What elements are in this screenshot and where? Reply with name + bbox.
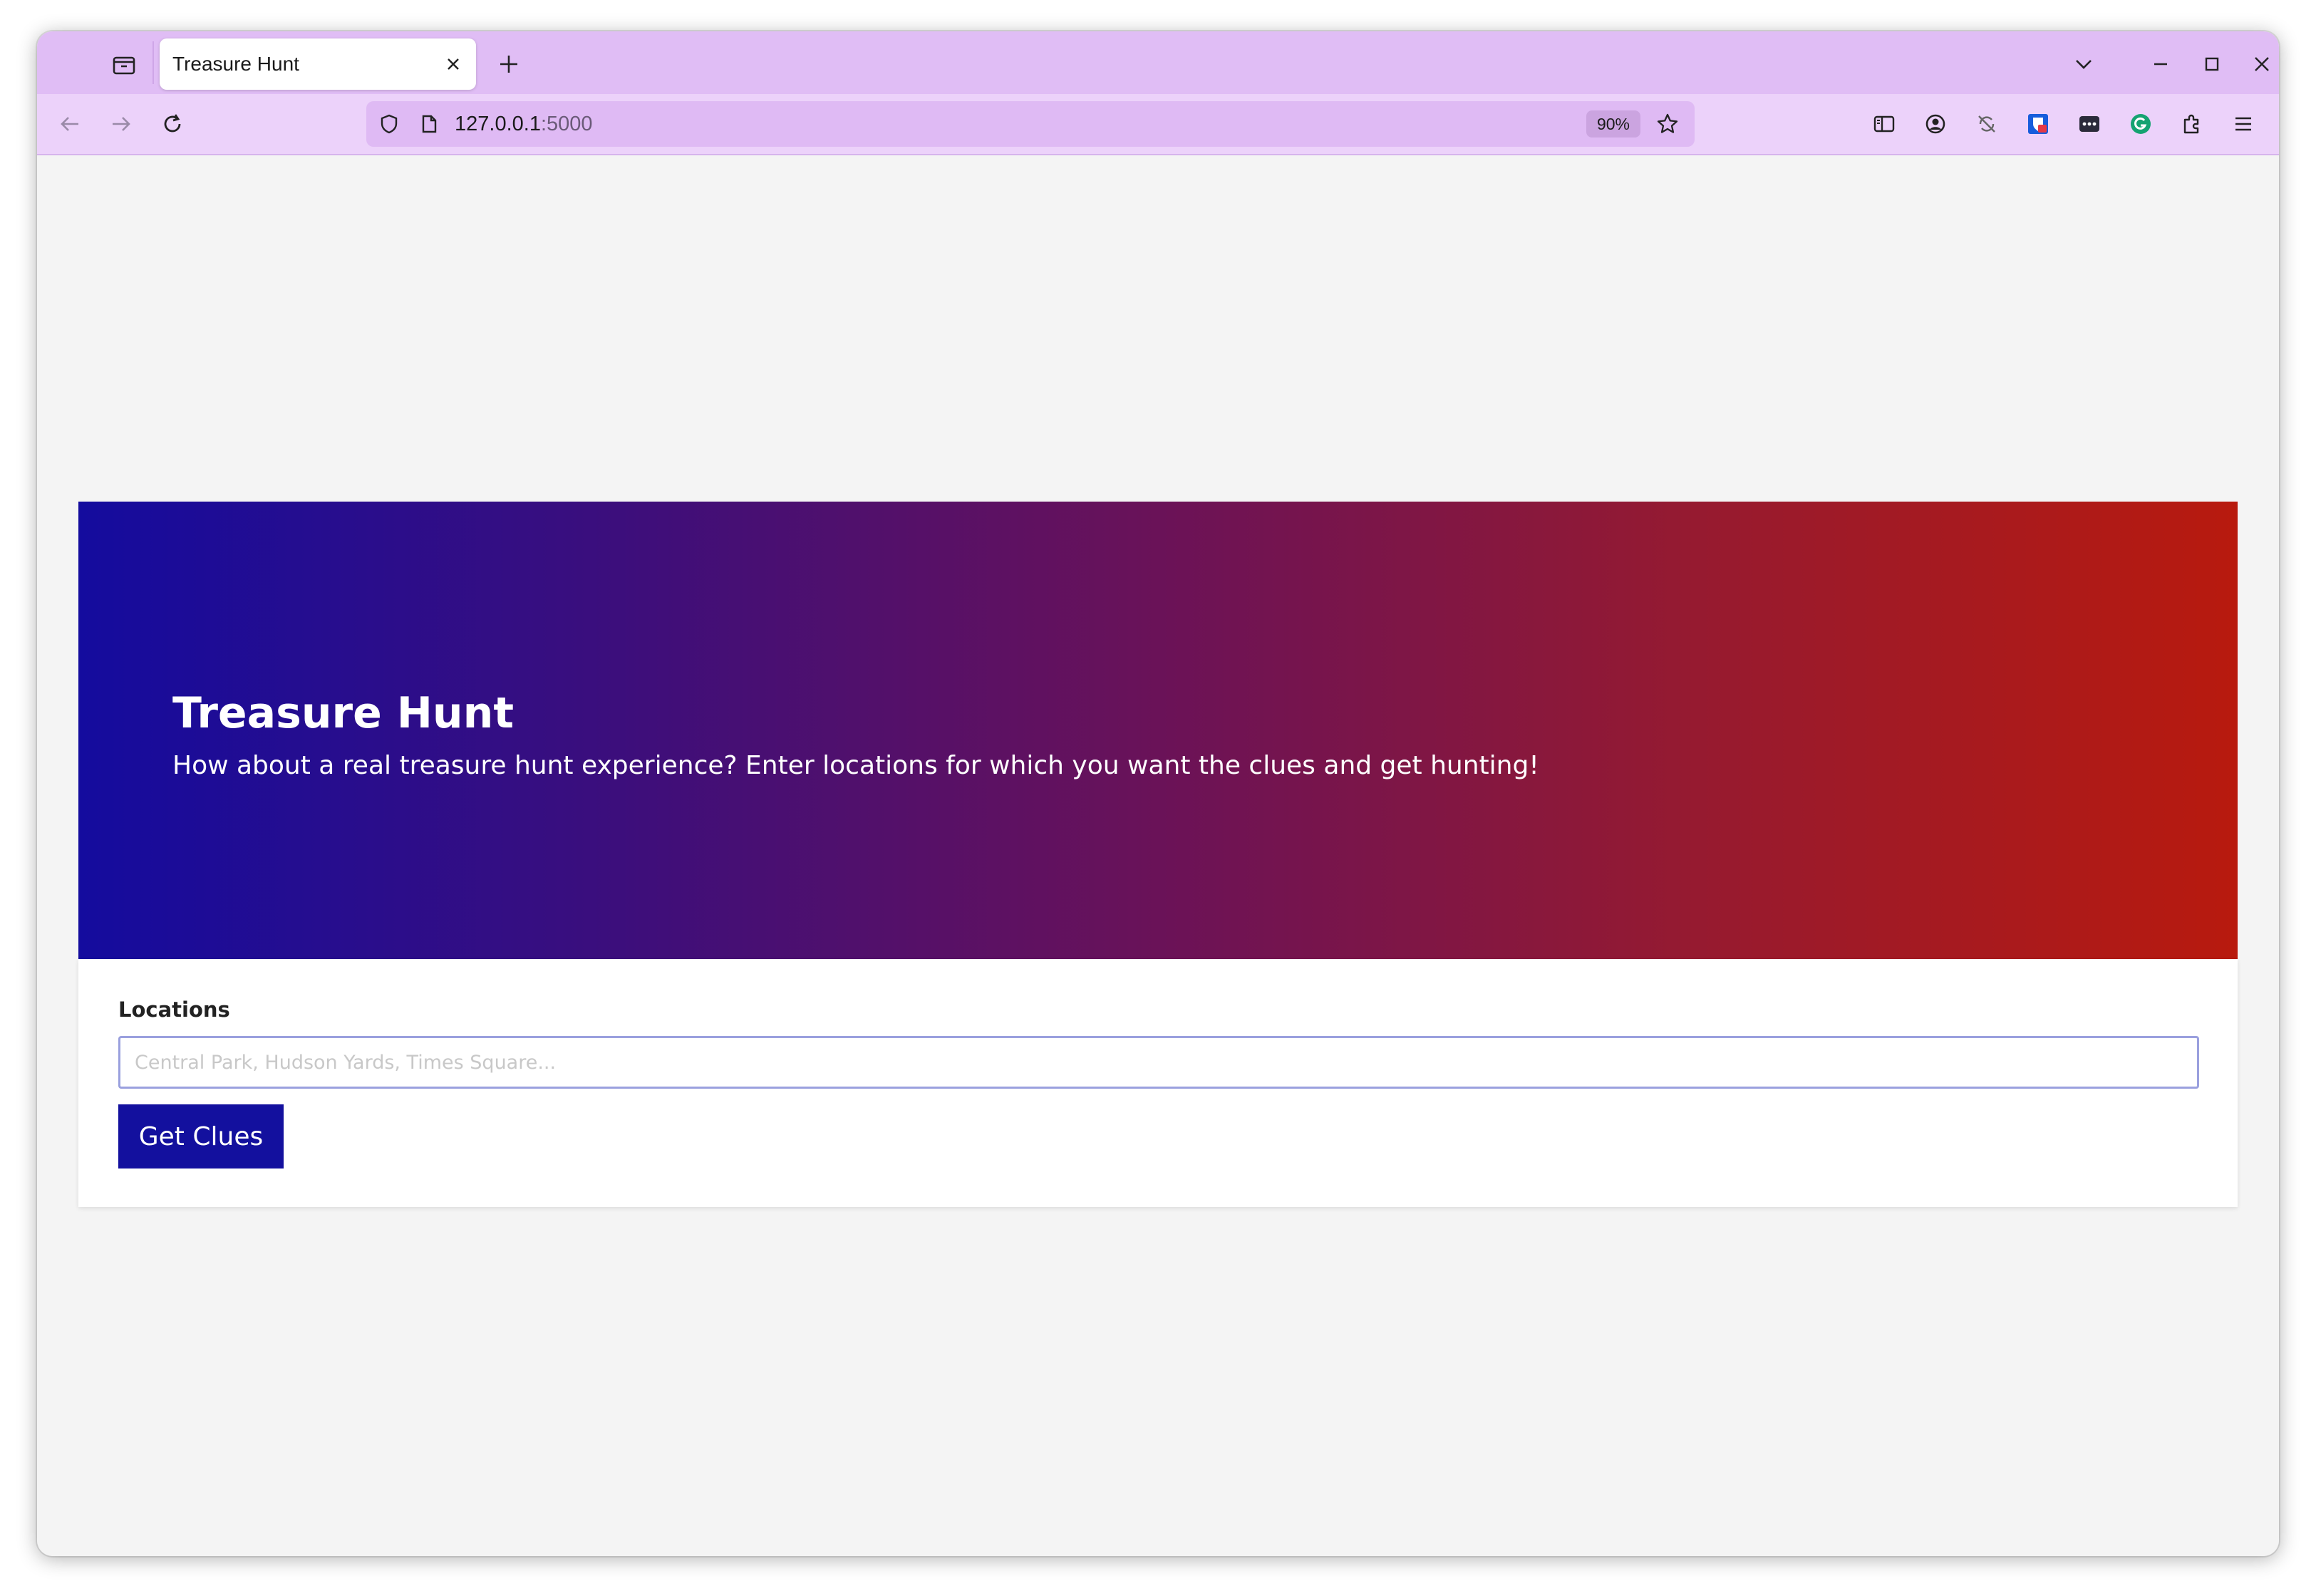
puzzle-icon[interactable] — [2172, 104, 2212, 144]
hero-subtitle: How about a real treasure hunt experienc… — [172, 751, 1539, 780]
tab-list-icon[interactable] — [105, 46, 143, 83]
star-icon[interactable] — [1653, 110, 1682, 138]
browser-window: Treasure Hunt 127.0.0.1:5000 90% Treasur… — [37, 31, 2279, 1556]
zoom-badge[interactable]: 90% — [1586, 110, 1640, 138]
locations-input[interactable] — [118, 1036, 2199, 1089]
close-window-icon[interactable] — [2243, 46, 2279, 83]
url-port: :5000 — [540, 113, 593, 135]
shield-icon[interactable] — [375, 110, 403, 138]
address-bar[interactable]: 127.0.0.1:5000 90% — [366, 101, 1695, 147]
tab-divider — [152, 41, 154, 84]
page-content: Treasure Hunt How about a real treasure … — [37, 155, 2279, 1556]
minimize-icon[interactable] — [2142, 46, 2179, 83]
page-icon[interactable] — [415, 110, 443, 138]
hamburger-menu-icon[interactable] — [2223, 104, 2263, 144]
url-text: 127.0.0.1:5000 — [455, 101, 593, 147]
back-arrow-icon[interactable] — [50, 104, 90, 144]
reload-icon[interactable] — [152, 104, 192, 144]
plus-icon[interactable] — [490, 46, 527, 83]
maximize-icon[interactable] — [2193, 46, 2230, 83]
page-title: Treasure Hunt — [172, 688, 515, 738]
forward-arrow-icon[interactable] — [101, 104, 141, 144]
bitwarden-icon[interactable] — [2018, 104, 2058, 144]
tab-title: Treasure Hunt — [172, 53, 299, 75]
no-sync-icon[interactable] — [1967, 104, 2007, 144]
url-host: 127.0.0.1 — [455, 113, 541, 135]
get-clues-button[interactable]: Get Clues — [118, 1104, 284, 1168]
tab-strip: Treasure Hunt — [37, 31, 2279, 94]
account-icon[interactable] — [1916, 104, 1955, 144]
tab-treasure-hunt[interactable]: Treasure Hunt — [160, 38, 476, 90]
locations-label: Locations — [118, 998, 230, 1022]
chevron-down-icon[interactable] — [2065, 46, 2102, 83]
grammarly-icon[interactable] — [2121, 104, 2161, 144]
navigation-toolbar: 127.0.0.1:5000 90% — [37, 94, 2279, 155]
close-icon[interactable] — [440, 51, 466, 77]
hero-banner: Treasure Hunt How about a real treasure … — [78, 502, 2238, 959]
sidebar-icon[interactable] — [1864, 104, 1904, 144]
password-dots-icon[interactable] — [2069, 104, 2109, 144]
locations-form: Locations Get Clues — [78, 959, 2238, 1207]
